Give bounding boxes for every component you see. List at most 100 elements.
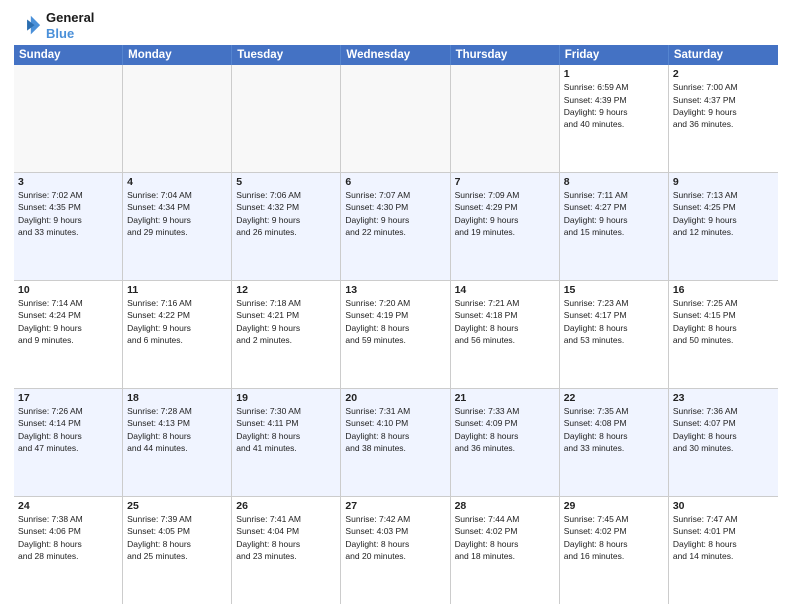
- day-info: Sunrise: 7:39 AMSunset: 4:05 PMDaylight:…: [127, 513, 227, 562]
- header-cell-saturday: Saturday: [669, 45, 778, 65]
- day-info: Sunrise: 7:45 AMSunset: 4:02 PMDaylight:…: [564, 513, 664, 562]
- header-cell-monday: Monday: [123, 45, 232, 65]
- day-number: 18: [127, 392, 227, 404]
- calendar-body: 1Sunrise: 6:59 AMSunset: 4:39 PMDaylight…: [14, 65, 778, 604]
- day-info: Sunrise: 7:31 AMSunset: 4:10 PMDaylight:…: [345, 405, 445, 454]
- day-number: 12: [236, 284, 336, 296]
- day-number: 20: [345, 392, 445, 404]
- calendar-cell: 5Sunrise: 7:06 AMSunset: 4:32 PMDaylight…: [232, 173, 341, 280]
- calendar-cell: 2Sunrise: 7:00 AMSunset: 4:37 PMDaylight…: [669, 65, 778, 172]
- day-info: Sunrise: 7:36 AMSunset: 4:07 PMDaylight:…: [673, 405, 774, 454]
- calendar-cell: 23Sunrise: 7:36 AMSunset: 4:07 PMDayligh…: [669, 389, 778, 496]
- calendar-cell: 24Sunrise: 7:38 AMSunset: 4:06 PMDayligh…: [14, 497, 123, 604]
- header-cell-friday: Friday: [560, 45, 669, 65]
- day-info: Sunrise: 7:38 AMSunset: 4:06 PMDaylight:…: [18, 513, 118, 562]
- day-info: Sunrise: 7:42 AMSunset: 4:03 PMDaylight:…: [345, 513, 445, 562]
- calendar-cell: [232, 65, 341, 172]
- calendar-row: 10Sunrise: 7:14 AMSunset: 4:24 PMDayligh…: [14, 281, 778, 389]
- calendar-cell: 10Sunrise: 7:14 AMSunset: 4:24 PMDayligh…: [14, 281, 123, 388]
- calendar-cell: 29Sunrise: 7:45 AMSunset: 4:02 PMDayligh…: [560, 497, 669, 604]
- day-info: Sunrise: 7:25 AMSunset: 4:15 PMDaylight:…: [673, 297, 774, 346]
- calendar-cell: 27Sunrise: 7:42 AMSunset: 4:03 PMDayligh…: [341, 497, 450, 604]
- day-info: Sunrise: 7:47 AMSunset: 4:01 PMDaylight:…: [673, 513, 774, 562]
- day-info: Sunrise: 7:30 AMSunset: 4:11 PMDaylight:…: [236, 405, 336, 454]
- day-info: Sunrise: 7:26 AMSunset: 4:14 PMDaylight:…: [18, 405, 118, 454]
- day-number: 28: [455, 500, 555, 512]
- day-info: Sunrise: 7:20 AMSunset: 4:19 PMDaylight:…: [345, 297, 445, 346]
- calendar-cell: 25Sunrise: 7:39 AMSunset: 4:05 PMDayligh…: [123, 497, 232, 604]
- day-info: Sunrise: 7:07 AMSunset: 4:30 PMDaylight:…: [345, 189, 445, 238]
- day-number: 8: [564, 176, 664, 188]
- calendar-row: 17Sunrise: 7:26 AMSunset: 4:14 PMDayligh…: [14, 389, 778, 497]
- day-info: Sunrise: 7:28 AMSunset: 4:13 PMDaylight:…: [127, 405, 227, 454]
- day-number: 15: [564, 284, 664, 296]
- day-number: 27: [345, 500, 445, 512]
- day-number: 16: [673, 284, 774, 296]
- calendar-cell: 1Sunrise: 6:59 AMSunset: 4:39 PMDaylight…: [560, 65, 669, 172]
- day-number: 3: [18, 176, 118, 188]
- logo-text: General Blue: [46, 10, 94, 41]
- calendar-cell: 26Sunrise: 7:41 AMSunset: 4:04 PMDayligh…: [232, 497, 341, 604]
- day-number: 22: [564, 392, 664, 404]
- day-number: 11: [127, 284, 227, 296]
- day-info: Sunrise: 7:09 AMSunset: 4:29 PMDaylight:…: [455, 189, 555, 238]
- day-info: Sunrise: 7:41 AMSunset: 4:04 PMDaylight:…: [236, 513, 336, 562]
- day-number: 23: [673, 392, 774, 404]
- day-number: 26: [236, 500, 336, 512]
- calendar-cell: [451, 65, 560, 172]
- day-info: Sunrise: 7:14 AMSunset: 4:24 PMDaylight:…: [18, 297, 118, 346]
- calendar-cell: 6Sunrise: 7:07 AMSunset: 4:30 PMDaylight…: [341, 173, 450, 280]
- day-number: 14: [455, 284, 555, 296]
- header-cell-sunday: Sunday: [14, 45, 123, 65]
- calendar-row: 3Sunrise: 7:02 AMSunset: 4:35 PMDaylight…: [14, 173, 778, 281]
- logo-icon: [14, 12, 42, 40]
- day-number: 6: [345, 176, 445, 188]
- calendar-cell: 21Sunrise: 7:33 AMSunset: 4:09 PMDayligh…: [451, 389, 560, 496]
- day-info: Sunrise: 7:00 AMSunset: 4:37 PMDaylight:…: [673, 81, 774, 130]
- day-info: Sunrise: 7:21 AMSunset: 4:18 PMDaylight:…: [455, 297, 555, 346]
- calendar-cell: 14Sunrise: 7:21 AMSunset: 4:18 PMDayligh…: [451, 281, 560, 388]
- day-number: 19: [236, 392, 336, 404]
- calendar-cell: [123, 65, 232, 172]
- calendar-cell: 18Sunrise: 7:28 AMSunset: 4:13 PMDayligh…: [123, 389, 232, 496]
- calendar: SundayMondayTuesdayWednesdayThursdayFrid…: [14, 45, 778, 604]
- day-number: 21: [455, 392, 555, 404]
- day-number: 29: [564, 500, 664, 512]
- header-cell-thursday: Thursday: [451, 45, 560, 65]
- day-number: 17: [18, 392, 118, 404]
- day-number: 25: [127, 500, 227, 512]
- calendar-header: SundayMondayTuesdayWednesdayThursdayFrid…: [14, 45, 778, 65]
- header: General Blue: [14, 10, 778, 41]
- day-number: 10: [18, 284, 118, 296]
- calendar-cell: 28Sunrise: 7:44 AMSunset: 4:02 PMDayligh…: [451, 497, 560, 604]
- day-info: Sunrise: 7:33 AMSunset: 4:09 PMDaylight:…: [455, 405, 555, 454]
- day-number: 2: [673, 68, 774, 80]
- calendar-cell: 12Sunrise: 7:18 AMSunset: 4:21 PMDayligh…: [232, 281, 341, 388]
- header-cell-tuesday: Tuesday: [232, 45, 341, 65]
- logo: General Blue: [14, 10, 94, 41]
- day-info: Sunrise: 7:11 AMSunset: 4:27 PMDaylight:…: [564, 189, 664, 238]
- day-number: 24: [18, 500, 118, 512]
- day-number: 9: [673, 176, 774, 188]
- calendar-cell: 11Sunrise: 7:16 AMSunset: 4:22 PMDayligh…: [123, 281, 232, 388]
- calendar-cell: 19Sunrise: 7:30 AMSunset: 4:11 PMDayligh…: [232, 389, 341, 496]
- day-info: Sunrise: 7:13 AMSunset: 4:25 PMDaylight:…: [673, 189, 774, 238]
- day-info: Sunrise: 7:04 AMSunset: 4:34 PMDaylight:…: [127, 189, 227, 238]
- day-number: 5: [236, 176, 336, 188]
- day-number: 4: [127, 176, 227, 188]
- calendar-cell: 16Sunrise: 7:25 AMSunset: 4:15 PMDayligh…: [669, 281, 778, 388]
- day-info: Sunrise: 7:44 AMSunset: 4:02 PMDaylight:…: [455, 513, 555, 562]
- calendar-cell: 30Sunrise: 7:47 AMSunset: 4:01 PMDayligh…: [669, 497, 778, 604]
- day-info: Sunrise: 7:18 AMSunset: 4:21 PMDaylight:…: [236, 297, 336, 346]
- calendar-row: 24Sunrise: 7:38 AMSunset: 4:06 PMDayligh…: [14, 497, 778, 604]
- calendar-cell: 15Sunrise: 7:23 AMSunset: 4:17 PMDayligh…: [560, 281, 669, 388]
- day-info: Sunrise: 7:06 AMSunset: 4:32 PMDaylight:…: [236, 189, 336, 238]
- calendar-cell: 13Sunrise: 7:20 AMSunset: 4:19 PMDayligh…: [341, 281, 450, 388]
- day-number: 1: [564, 68, 664, 80]
- calendar-cell: [341, 65, 450, 172]
- day-info: Sunrise: 7:23 AMSunset: 4:17 PMDaylight:…: [564, 297, 664, 346]
- calendar-cell: 9Sunrise: 7:13 AMSunset: 4:25 PMDaylight…: [669, 173, 778, 280]
- header-cell-wednesday: Wednesday: [341, 45, 450, 65]
- calendar-cell: 22Sunrise: 7:35 AMSunset: 4:08 PMDayligh…: [560, 389, 669, 496]
- page: General Blue SundayMondayTuesdayWednesda…: [0, 0, 792, 612]
